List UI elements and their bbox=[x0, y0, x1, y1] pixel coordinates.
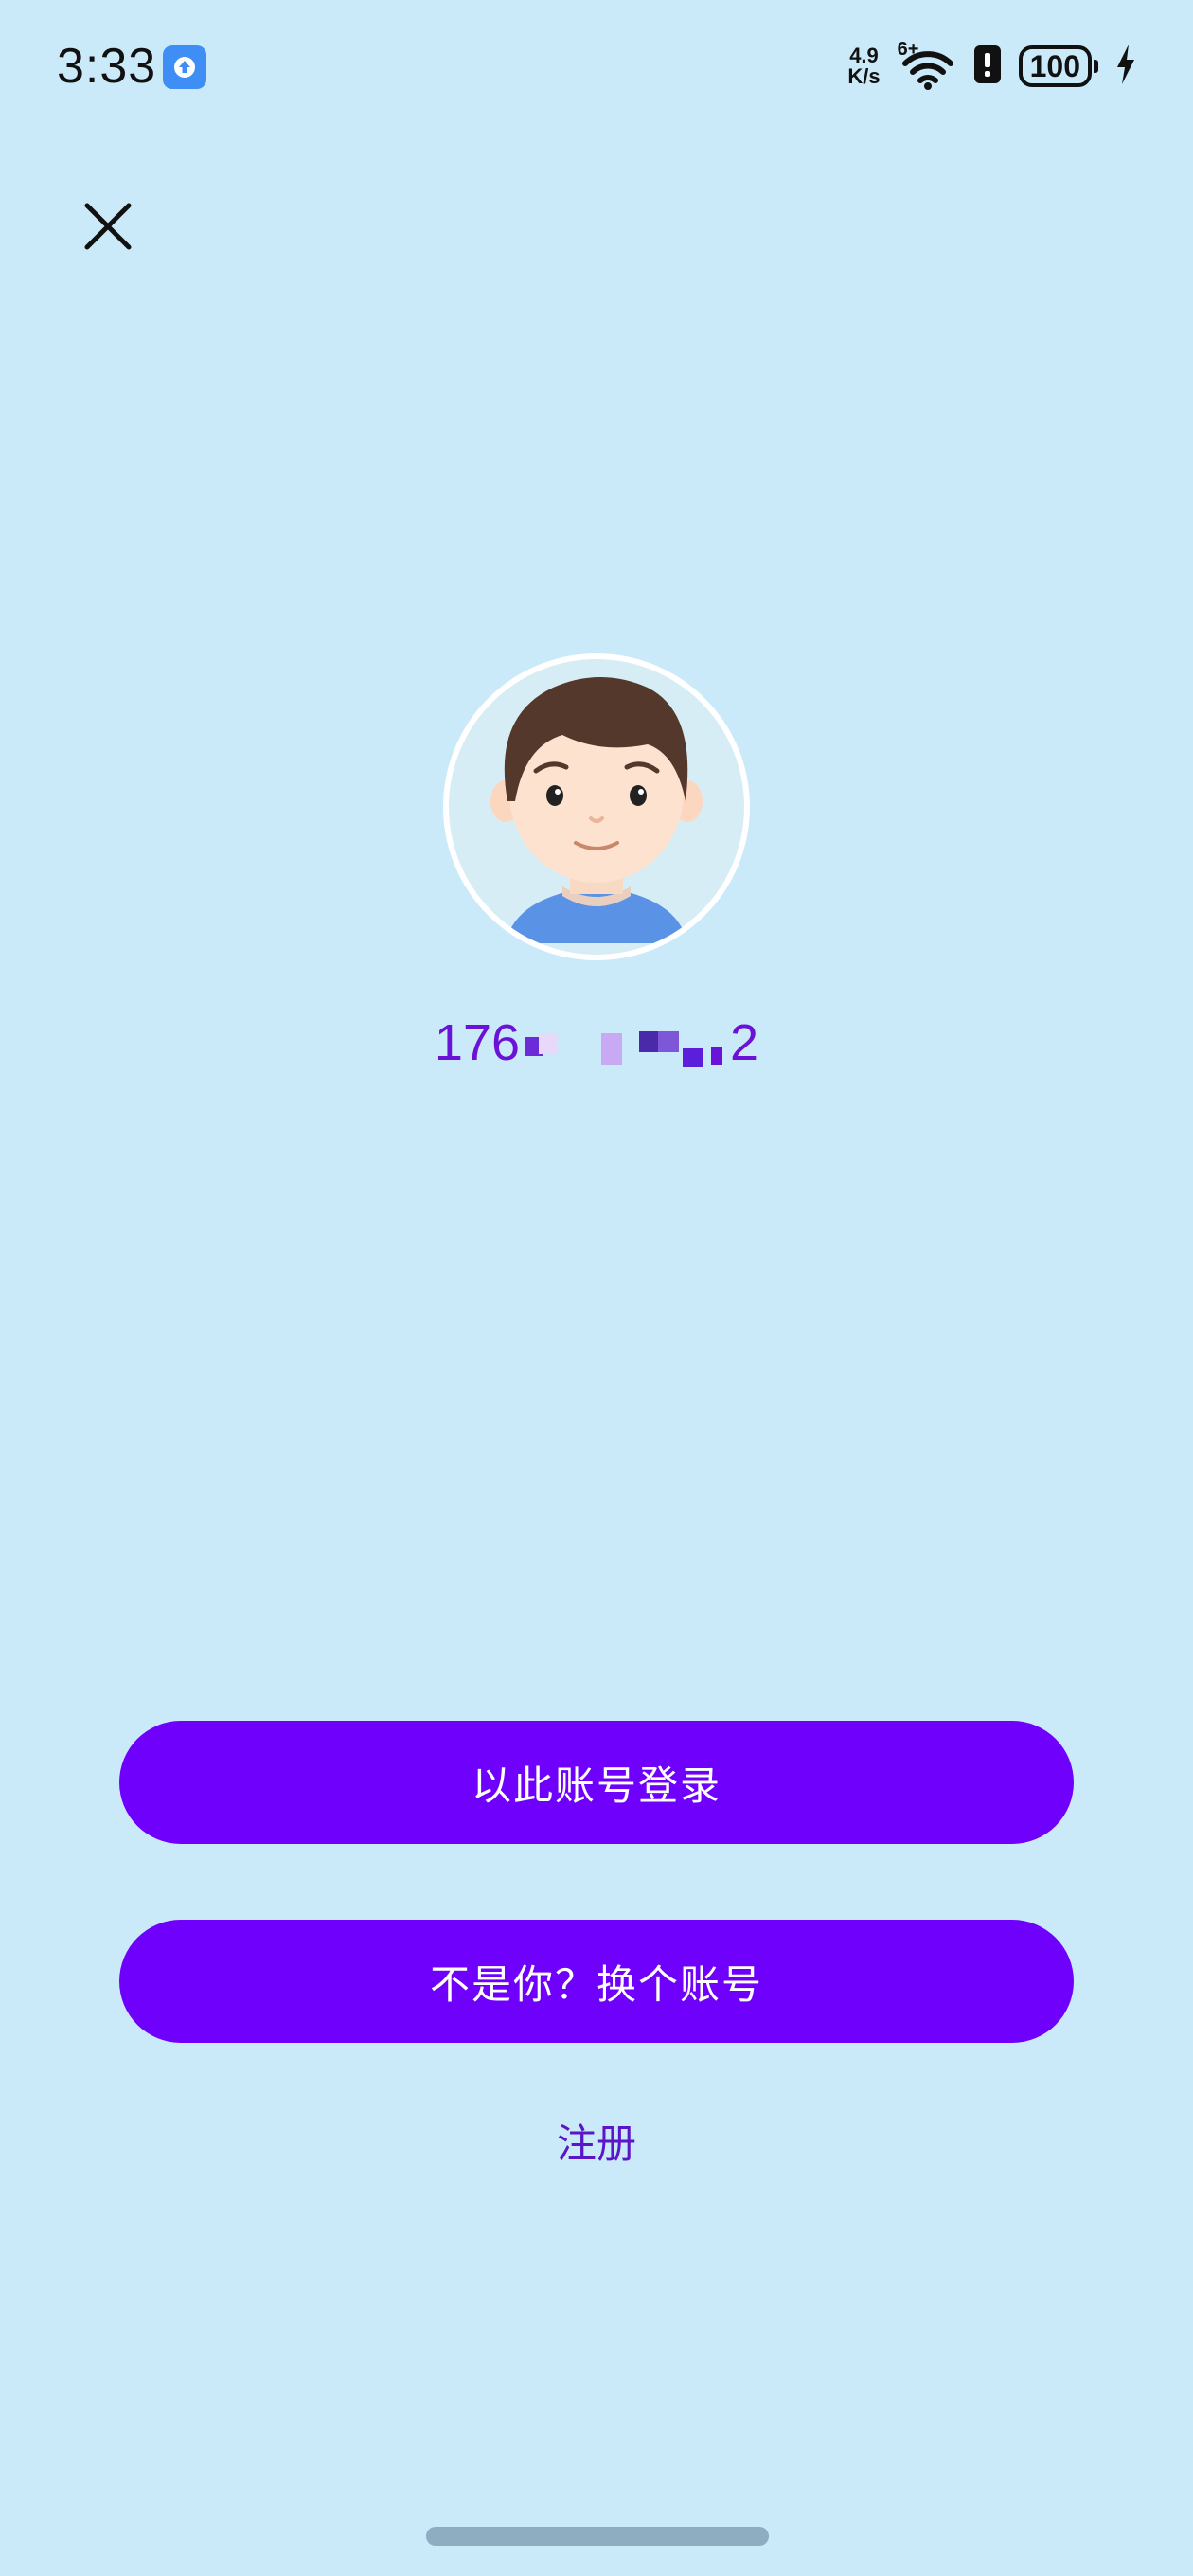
charging-icon bbox=[1115, 44, 1136, 89]
phone-suffix: 2 bbox=[730, 1014, 759, 1071]
upload-arrow-icon bbox=[163, 45, 206, 89]
phone-mask bbox=[525, 1026, 724, 1067]
status-bar: 3:33 4.9 K/s 6+ 100 bbox=[0, 0, 1193, 133]
close-button[interactable] bbox=[66, 185, 150, 268]
close-icon bbox=[84, 203, 132, 250]
battery-indicator: 100 bbox=[1018, 45, 1098, 87]
wifi-icon: 6+ bbox=[898, 39, 956, 90]
switch-account-button[interactable]: 不是你？换个账号 bbox=[119, 1920, 1074, 2043]
status-indicators: 4.9 K/s 6+ 100 bbox=[847, 38, 1136, 95]
home-indicator[interactable] bbox=[426, 2527, 769, 2546]
alert-icon bbox=[973, 45, 1002, 88]
login-with-account-button[interactable]: 以此账号登录 bbox=[119, 1721, 1074, 1844]
avatar bbox=[443, 653, 750, 960]
battery-level: 100 bbox=[1018, 45, 1092, 87]
network-speed-value: 4.9 bbox=[849, 44, 879, 67]
network-speed-unit: K/s bbox=[847, 64, 881, 88]
network-speed: 4.9 K/s bbox=[847, 45, 880, 87]
phone-prefix: 176 bbox=[434, 1014, 521, 1071]
phone-number: 176 2 bbox=[0, 1013, 1193, 1072]
battery-tip bbox=[1094, 60, 1098, 73]
status-time: 3:33 bbox=[57, 39, 157, 94]
register-link[interactable]: 注册 bbox=[0, 2112, 1193, 2170]
user-avatar-icon bbox=[490, 677, 703, 943]
